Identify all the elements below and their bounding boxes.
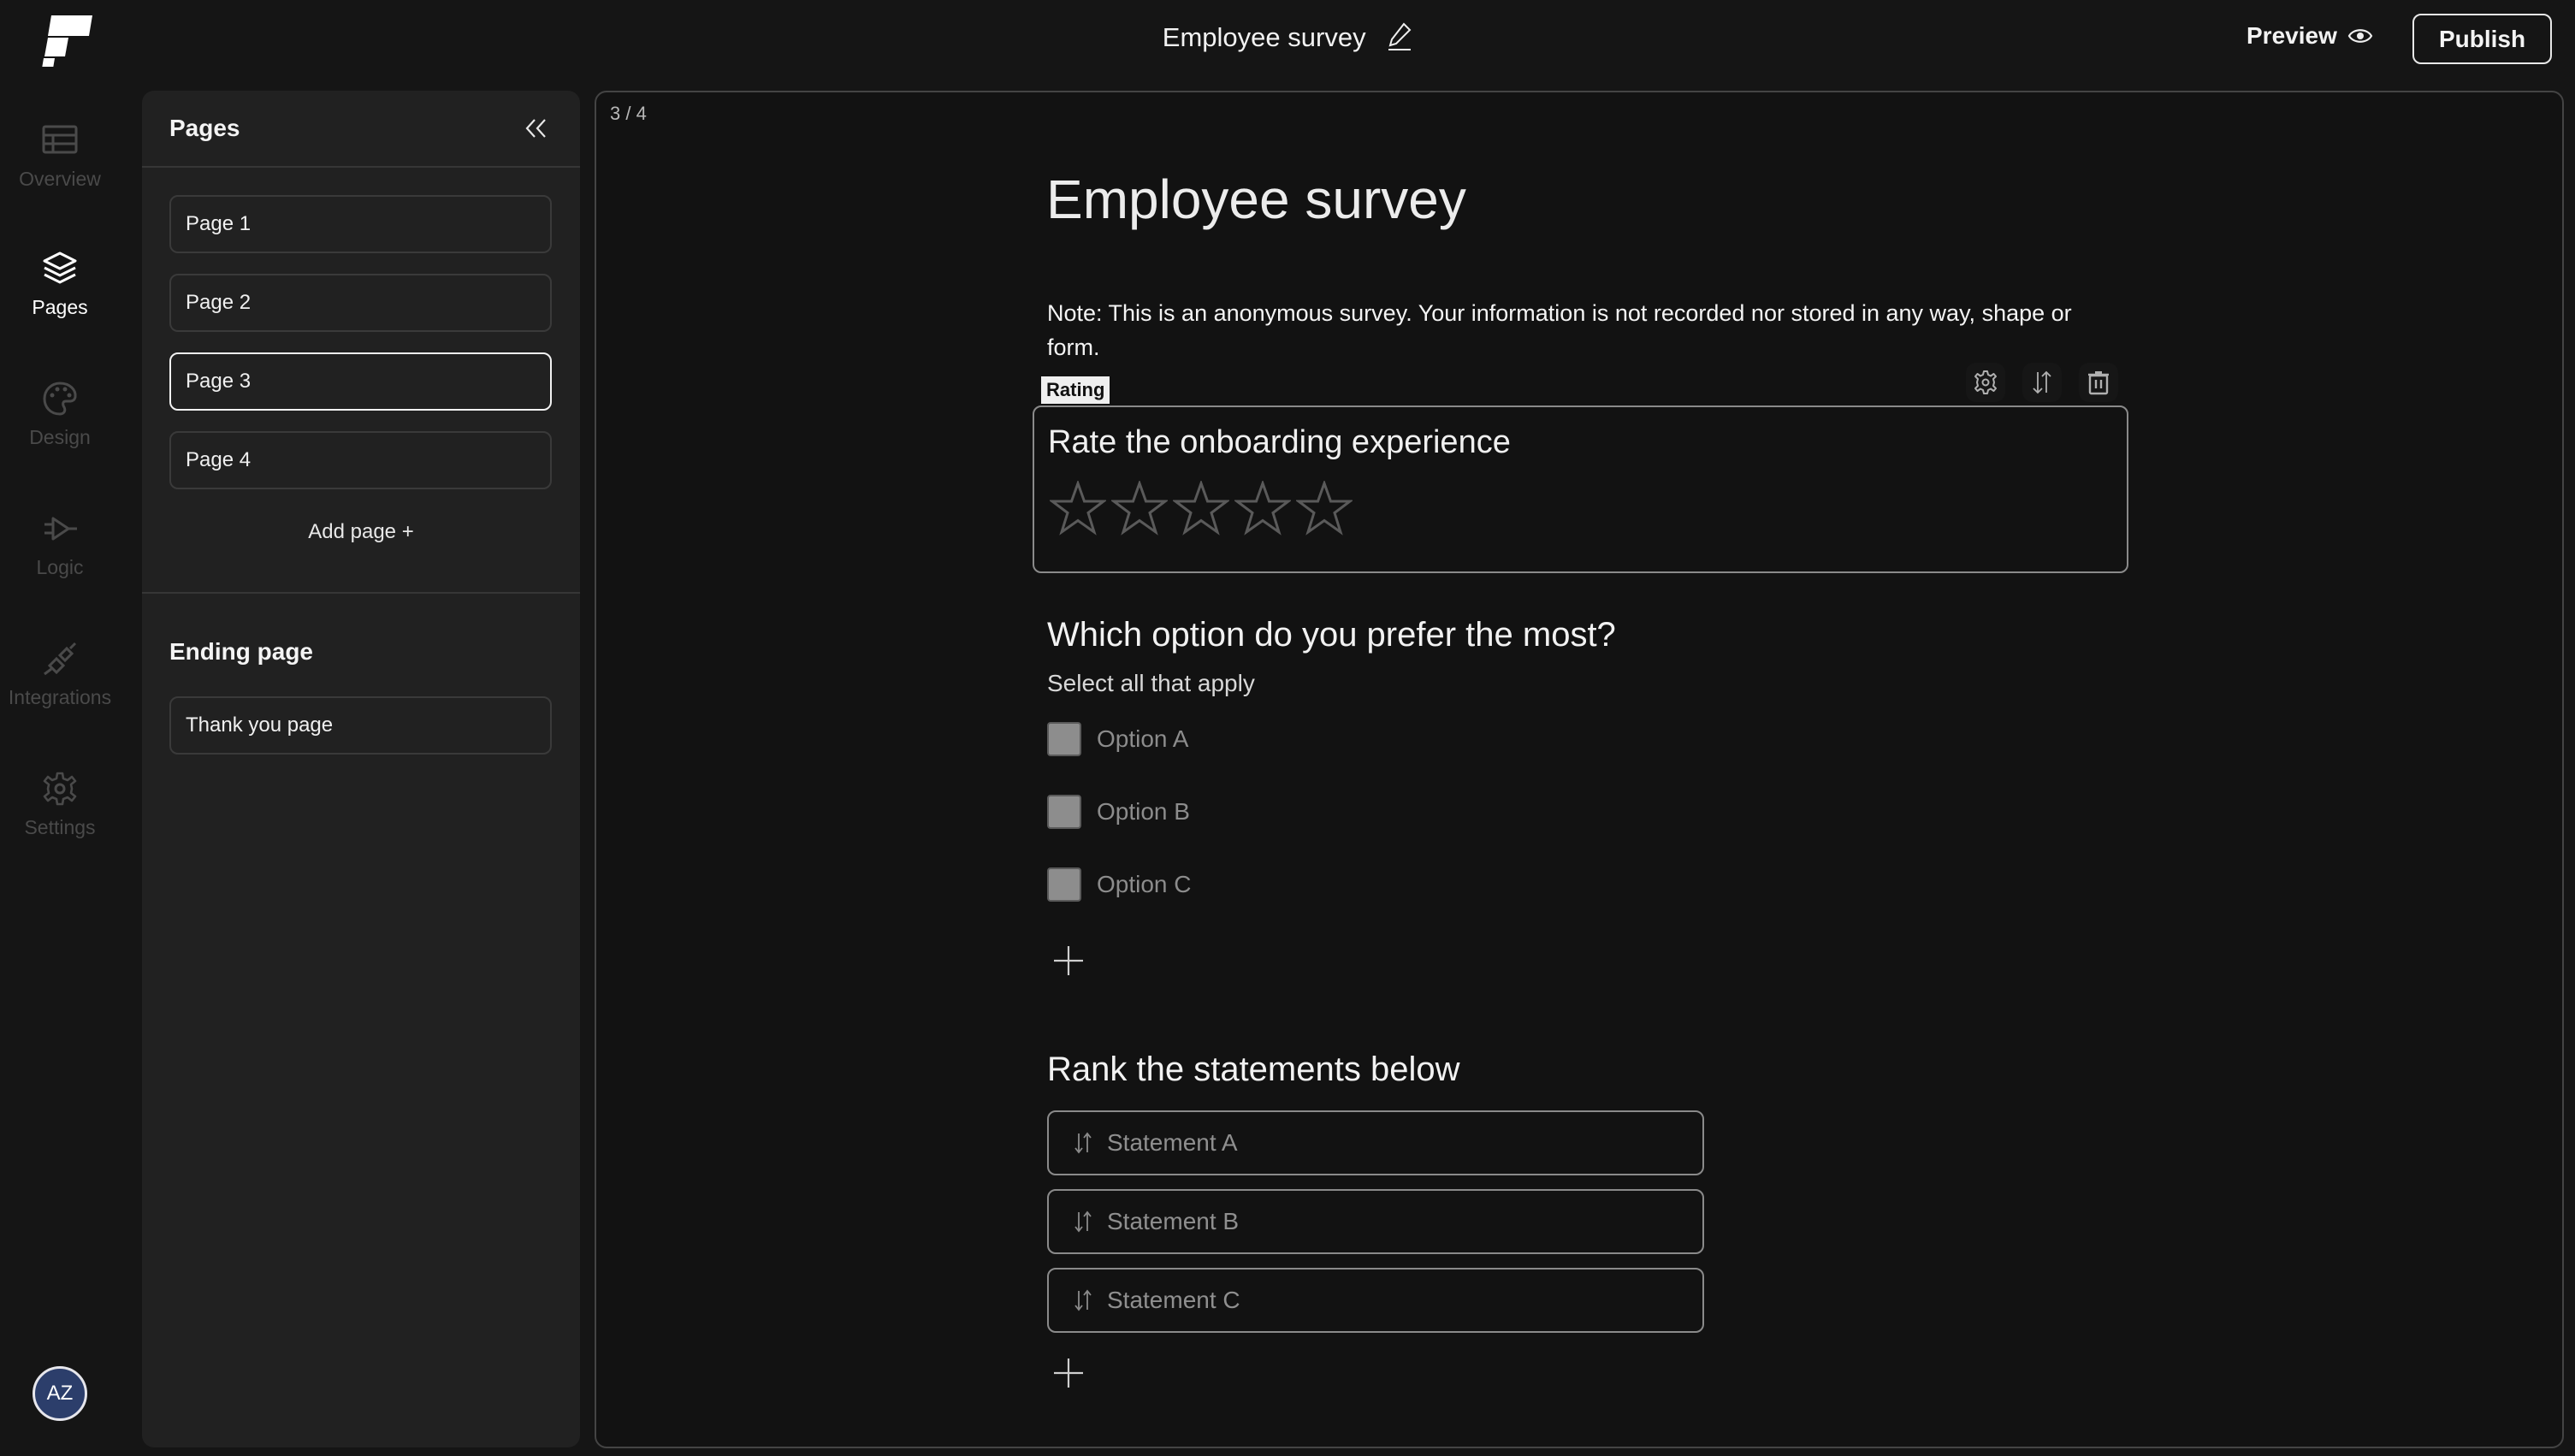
block-type-badge: Rating (1041, 376, 1110, 404)
form-note[interactable]: Note: This is an anonymous survey. Your … (1047, 296, 2116, 364)
publish-button[interactable]: Publish (2412, 14, 2552, 64)
trash-icon (2088, 371, 2109, 395)
rank-item-label: Statement A (1107, 1129, 1238, 1156)
rail-label: Logic (36, 556, 84, 578)
form-canvas: 3 / 4 Employee survey Note: This is an a… (595, 91, 2564, 1448)
double-chevron-left-icon[interactable] (522, 115, 549, 142)
rail-item-integrations[interactable]: Integrations (0, 640, 120, 709)
palette-icon (43, 382, 77, 416)
preview-button[interactable]: Preview (2246, 22, 2373, 50)
sort-arrows-icon (1074, 1289, 1092, 1311)
star-icon[interactable] (1296, 481, 1353, 537)
add-statement-plus-icon[interactable] (1050, 1354, 1087, 1392)
block-reorder-button[interactable] (2022, 363, 2062, 402)
divider (142, 166, 580, 168)
table-icon (42, 125, 78, 154)
page-item-2[interactable]: Page 2 (169, 274, 552, 332)
add-page-button[interactable]: Add page + (142, 520, 580, 544)
star-icon[interactable] (1111, 481, 1168, 537)
page-item-label: Page 3 (186, 370, 252, 393)
form-title-header: Employee survey (0, 22, 2575, 53)
pages-panel: Pages Page 1 Page 2 Page 3 Page 4 Add pa… (142, 91, 580, 1447)
user-avatar[interactable]: AZ (33, 1366, 87, 1421)
star-rating (1050, 481, 1353, 537)
page-item-3[interactable]: Page 3 (169, 352, 552, 411)
rank-item-a[interactable]: Statement A (1047, 1110, 1704, 1175)
rail-item-overview[interactable]: Overview (0, 121, 120, 191)
rail-label: Pages (32, 296, 88, 318)
sort-arrows-icon (1074, 1132, 1092, 1154)
rank-item-label: Statement C (1107, 1287, 1240, 1313)
rating-question[interactable]: Rate the onboarding experience (1048, 424, 1511, 461)
page-item-label: Page 2 (186, 291, 252, 314)
option-label: Option A (1097, 725, 1189, 752)
rail-label: Overview (19, 168, 101, 190)
pencil-icon[interactable] (1387, 22, 1412, 51)
pages-panel-title: Pages (169, 115, 240, 141)
rail-label: Settings (24, 816, 96, 838)
star-icon[interactable] (1050, 481, 1106, 537)
option-checkbox[interactable] (1047, 795, 1081, 829)
form-title-text: Employee survey (1162, 22, 1366, 52)
add-option-plus-icon[interactable] (1050, 942, 1087, 980)
rank-item-b[interactable]: Statement B (1047, 1189, 1704, 1254)
logic-gate-icon (44, 517, 77, 541)
option-label: Option B (1097, 798, 1190, 825)
gear-icon (1974, 370, 1997, 394)
rail-item-pages[interactable]: Pages (0, 250, 120, 319)
multi-select-question[interactable]: Which option do you prefer the most? (1047, 616, 1616, 654)
gear-icon (43, 772, 77, 806)
star-icon[interactable] (1234, 481, 1291, 537)
option-a[interactable]: Option A (1047, 722, 1188, 756)
plug-icon (44, 642, 77, 676)
page-item-label: Thank you page (186, 713, 334, 737)
rank-item-label: Statement B (1107, 1208, 1240, 1234)
block-delete-button[interactable] (2079, 363, 2118, 402)
sort-arrows-icon (2033, 370, 2051, 394)
rank-item-c[interactable]: Statement C (1047, 1268, 1704, 1333)
eye-icon (2347, 29, 2373, 43)
divider (142, 592, 580, 594)
option-checkbox[interactable] (1047, 867, 1081, 902)
page-counter: 3 / 4 (610, 103, 647, 124)
ending-page-title: Ending page (169, 638, 313, 665)
rail-item-logic[interactable]: Logic (0, 510, 120, 579)
rail-label: Design (29, 426, 91, 448)
preview-label: Preview (2246, 22, 2337, 49)
ending-page-item[interactable]: Thank you page (169, 696, 552, 755)
layers-icon (43, 252, 77, 284)
ranking-question[interactable]: Rank the statements below (1047, 1051, 1459, 1089)
form-heading[interactable]: Employee survey (1046, 168, 1466, 231)
star-icon[interactable] (1173, 481, 1229, 537)
rail-item-design[interactable]: Design (0, 380, 120, 449)
page-item-4[interactable]: Page 4 (169, 431, 552, 489)
sort-arrows-icon (1074, 1210, 1092, 1233)
multi-select-subtitle[interactable]: Select all that apply (1047, 670, 1255, 697)
option-c[interactable]: Option C (1047, 867, 1192, 902)
rating-block[interactable]: Rate the onboarding experience (1033, 405, 2128, 573)
rail-label: Integrations (8, 686, 112, 708)
option-b[interactable]: Option B (1047, 795, 1190, 829)
page-item-1[interactable]: Page 1 (169, 195, 552, 253)
page-item-label: Page 1 (186, 212, 252, 235)
block-settings-button[interactable] (1966, 363, 2005, 402)
option-label: Option C (1097, 871, 1192, 897)
rail-item-settings[interactable]: Settings (0, 770, 120, 839)
page-item-label: Page 4 (186, 448, 252, 471)
option-checkbox[interactable] (1047, 722, 1081, 756)
